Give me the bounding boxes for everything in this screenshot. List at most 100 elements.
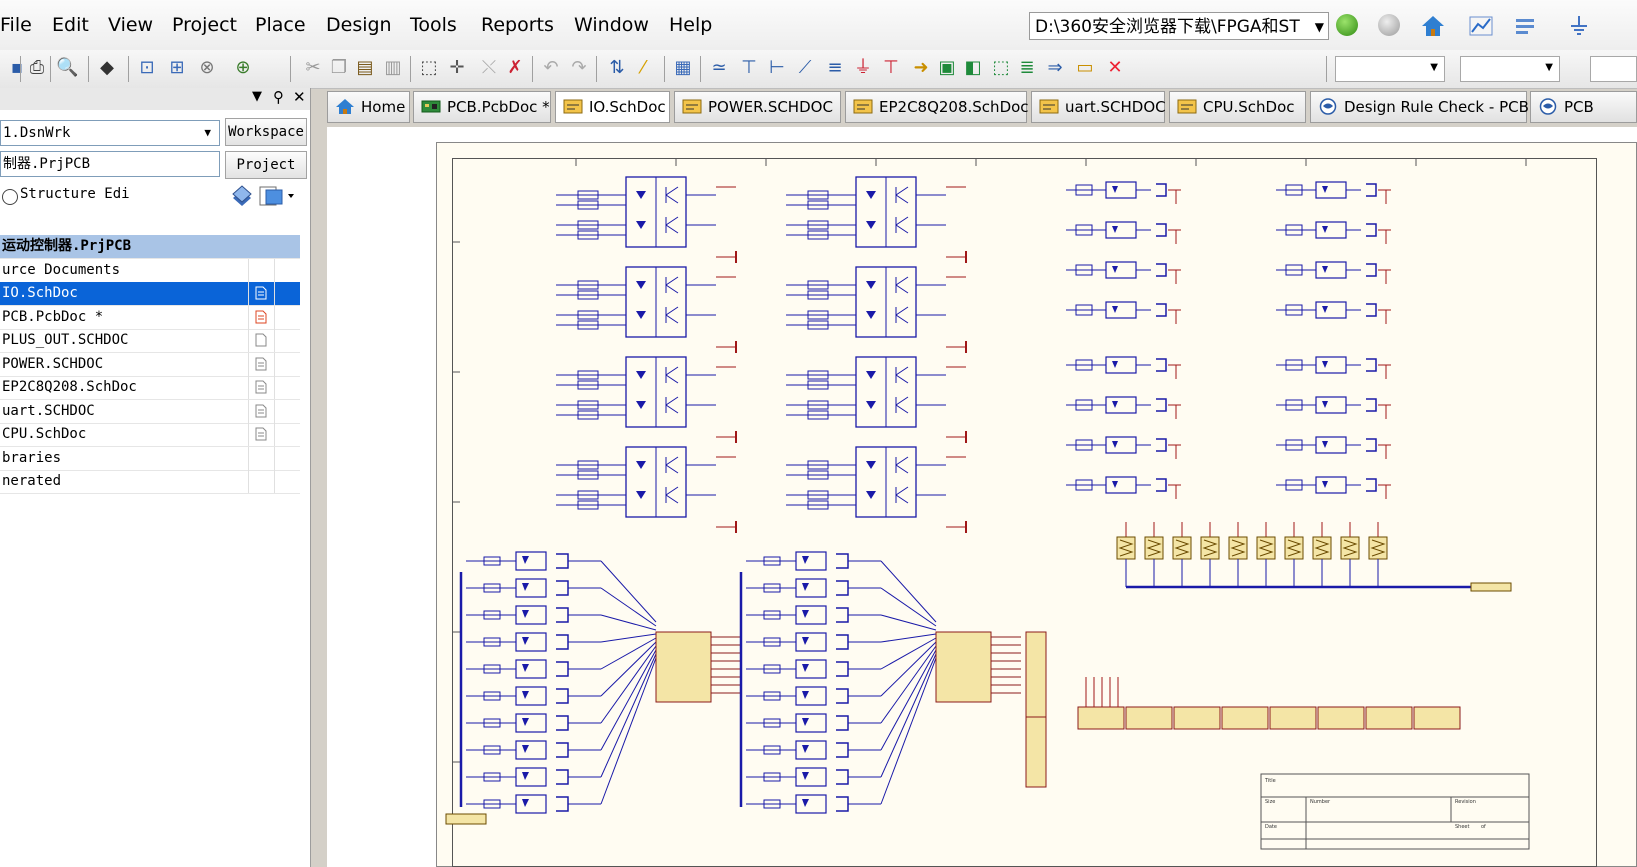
menu-bar: File Edit View Project Place Design Tools Repor… <box>0 0 1637 51</box>
tab-design-rule-check-pcb[interactable]: Design Rule Check - PCB <box>1310 91 1529 123</box>
tree-item-label: braries <box>2 449 62 466</box>
bus-entry-icon[interactable]: ⊢ <box>766 57 788 79</box>
tree-item[interactable]: nerated <box>0 470 300 494</box>
browse-icon[interactable]: ▦ <box>672 57 694 79</box>
tree-item[interactable]: braries <box>0 446 300 471</box>
project-files-icon[interactable] <box>258 184 298 208</box>
tree-column-divider <box>248 305 249 329</box>
tab-ep2c8q208-schdoc[interactable]: EP2C8Q208.SchDoc <box>845 91 1029 123</box>
project-field[interactable]: 制器.PrjPCB <box>0 151 220 177</box>
project-button[interactable]: Project <box>225 151 307 179</box>
tab-power-schdoc[interactable]: POWER.SCHDOC <box>674 91 841 123</box>
bus-icon[interactable]: ⊤ <box>738 57 760 79</box>
menu-place[interactable]: Place <box>255 14 306 36</box>
port-icon[interactable]: ⇒ <box>1044 57 1066 79</box>
project-options-icon[interactable] <box>229 184 255 208</box>
tab-pcb[interactable]: PCB <box>1530 91 1637 123</box>
net-label-icon[interactable]: ≡ <box>824 57 846 79</box>
tab-io-schdoc[interactable]: IO.SchDoc <box>555 91 670 123</box>
tree-item[interactable]: CPU.SchDoc <box>0 423 300 447</box>
schematic-drawing[interactable]: Title Size Number Revision Date Sheet of <box>436 142 1637 867</box>
harness-icon[interactable]: ≣ <box>1016 57 1038 79</box>
zoom-selected-icon[interactable]: ⊗ <box>196 57 218 79</box>
home-icon[interactable] <box>1420 14 1446 38</box>
tree-column-divider <box>248 258 249 282</box>
toolbar-combo-1[interactable]: ▼ <box>1335 56 1445 82</box>
tree-column-divider <box>274 305 275 329</box>
print-icon[interactable]: ⎙ <box>26 57 48 79</box>
cut-icon[interactable]: ✂ <box>302 57 324 79</box>
workspace-button[interactable]: Workspace <box>225 118 307 146</box>
tree-item[interactable]: IO.SchDoc <box>0 282 300 306</box>
move-icon[interactable]: ✛ <box>446 57 468 79</box>
tree-item[interactable]: PCB.PcbDoc * <box>0 305 300 330</box>
clear-filter-icon[interactable]: ✗ <box>504 57 526 79</box>
menu-reports[interactable]: Reports <box>481 14 554 36</box>
zoom-fit-icon[interactable]: ⊞ <box>166 57 188 79</box>
tree-item[interactable]: EP2C8Q208.SchDoc <box>0 376 300 400</box>
menu-tools[interactable]: Tools <box>410 14 457 36</box>
deselect-icon[interactable]: ⤬ <box>478 57 500 79</box>
path-text: D:\360安全浏览器下载\FPGA和ST <box>1035 17 1300 37</box>
tree-item[interactable]: POWER.SCHDOC <box>0 352 300 377</box>
close-icon[interactable]: ✕ <box>293 88 306 106</box>
tree-item[interactable]: urce Documents <box>0 258 300 283</box>
undo-icon[interactable]: ↶ <box>540 57 562 79</box>
toolbar-combo-2[interactable]: ▼ <box>1460 56 1560 82</box>
tree-project-root[interactable]: 运动控制器.PrjPCB <box>0 235 300 259</box>
tab-cpu-schdoc[interactable]: CPU.SchDoc <box>1169 91 1306 123</box>
cross-probe-icon[interactable]: ⁄ <box>632 57 654 79</box>
select-area-icon[interactable]: ⬚ <box>418 57 440 79</box>
workspace-combo[interactable]: 1.DsnWrk ▼ <box>0 120 220 146</box>
copy-icon[interactable]: ❐ <box>328 57 350 79</box>
zoom-area-icon[interactable]: ⊡ <box>136 57 158 79</box>
tree-item-label: EP2C8Q208.SchDoc <box>2 379 137 395</box>
signal-harness-icon[interactable]: ⟋ <box>794 57 816 79</box>
chart-icon[interactable] <box>1468 14 1494 38</box>
titleblock-title: Title <box>1264 778 1276 784</box>
paste-special-icon[interactable]: ▥ <box>382 57 404 79</box>
paste-icon[interactable]: ▤ <box>354 57 376 79</box>
device-sheet-icon[interactable]: ⬚ <box>990 57 1012 79</box>
menu-design[interactable]: Design <box>326 14 392 36</box>
sheet-symbol-icon[interactable]: ▣ <box>936 57 958 79</box>
chevron-down-icon[interactable]: ▼ <box>1545 62 1553 73</box>
part-icon[interactable]: ➜ <box>910 57 932 79</box>
structure-radio[interactable] <box>2 189 18 205</box>
chevron-down-icon[interactable]: ▼ <box>1430 62 1438 73</box>
menu-file[interactable]: File <box>0 14 32 36</box>
tab-label: EP2C8Q208.SchDoc <box>879 98 1029 116</box>
zoom-menu-icon[interactable]: ⊕ <box>232 57 254 79</box>
off-sheet-icon[interactable]: ▭ <box>1074 57 1096 79</box>
menu-edit[interactable]: Edit <box>52 14 89 36</box>
tab-home[interactable]: Home <box>327 91 410 123</box>
vcc-port-icon[interactable]: ⊤ <box>880 57 902 79</box>
save-icon[interactable]: ▪ <box>6 57 28 79</box>
tab-uart-schdoc[interactable]: uart.SCHDOC <box>1031 91 1166 123</box>
tab-pcb-pcbdoc[interactable]: PCB.PcbDoc * <box>413 91 551 123</box>
menu-view[interactable]: View <box>108 14 153 36</box>
ground-icon[interactable] <box>1568 14 1590 38</box>
chevron-down-icon[interactable]: ▼ <box>1315 13 1324 39</box>
menu-window[interactable]: Window <box>574 14 649 36</box>
chevron-down-icon[interactable]: ▼ <box>252 89 262 104</box>
tree-item[interactable]: uart.SCHDOC <box>0 399 300 424</box>
forward-icon[interactable] <box>1378 14 1400 36</box>
tree-item[interactable]: PLUS_OUT.SCHDOC <box>0 329 300 353</box>
redo-icon[interactable]: ↷ <box>568 57 590 79</box>
menu-project[interactable]: Project <box>172 14 237 36</box>
gnd-port-icon[interactable]: ⏚ <box>852 57 874 79</box>
list-icon[interactable] <box>1514 16 1536 36</box>
pin-icon[interactable]: ⚲ <box>273 88 284 106</box>
chevron-down-icon[interactable]: ▼ <box>204 121 211 145</box>
back-icon[interactable] <box>1336 14 1358 36</box>
wire-icon[interactable]: ≃ <box>708 57 730 79</box>
preview-icon[interactable]: 🔍 <box>56 57 78 79</box>
path-combo[interactable]: D:\360安全浏览器下载\FPGA和ST ▼ <box>1029 12 1329 40</box>
up-down-icon[interactable]: ⇅ <box>606 57 628 79</box>
sheet-entry-icon[interactable]: ◧ <box>962 57 984 79</box>
toolbar-combo-3[interactable] <box>1590 56 1637 82</box>
menu-help[interactable]: Help <box>669 14 712 36</box>
layers-icon[interactable]: ◆ <box>96 57 118 79</box>
no-erc-icon[interactable]: ✕ <box>1104 57 1126 79</box>
